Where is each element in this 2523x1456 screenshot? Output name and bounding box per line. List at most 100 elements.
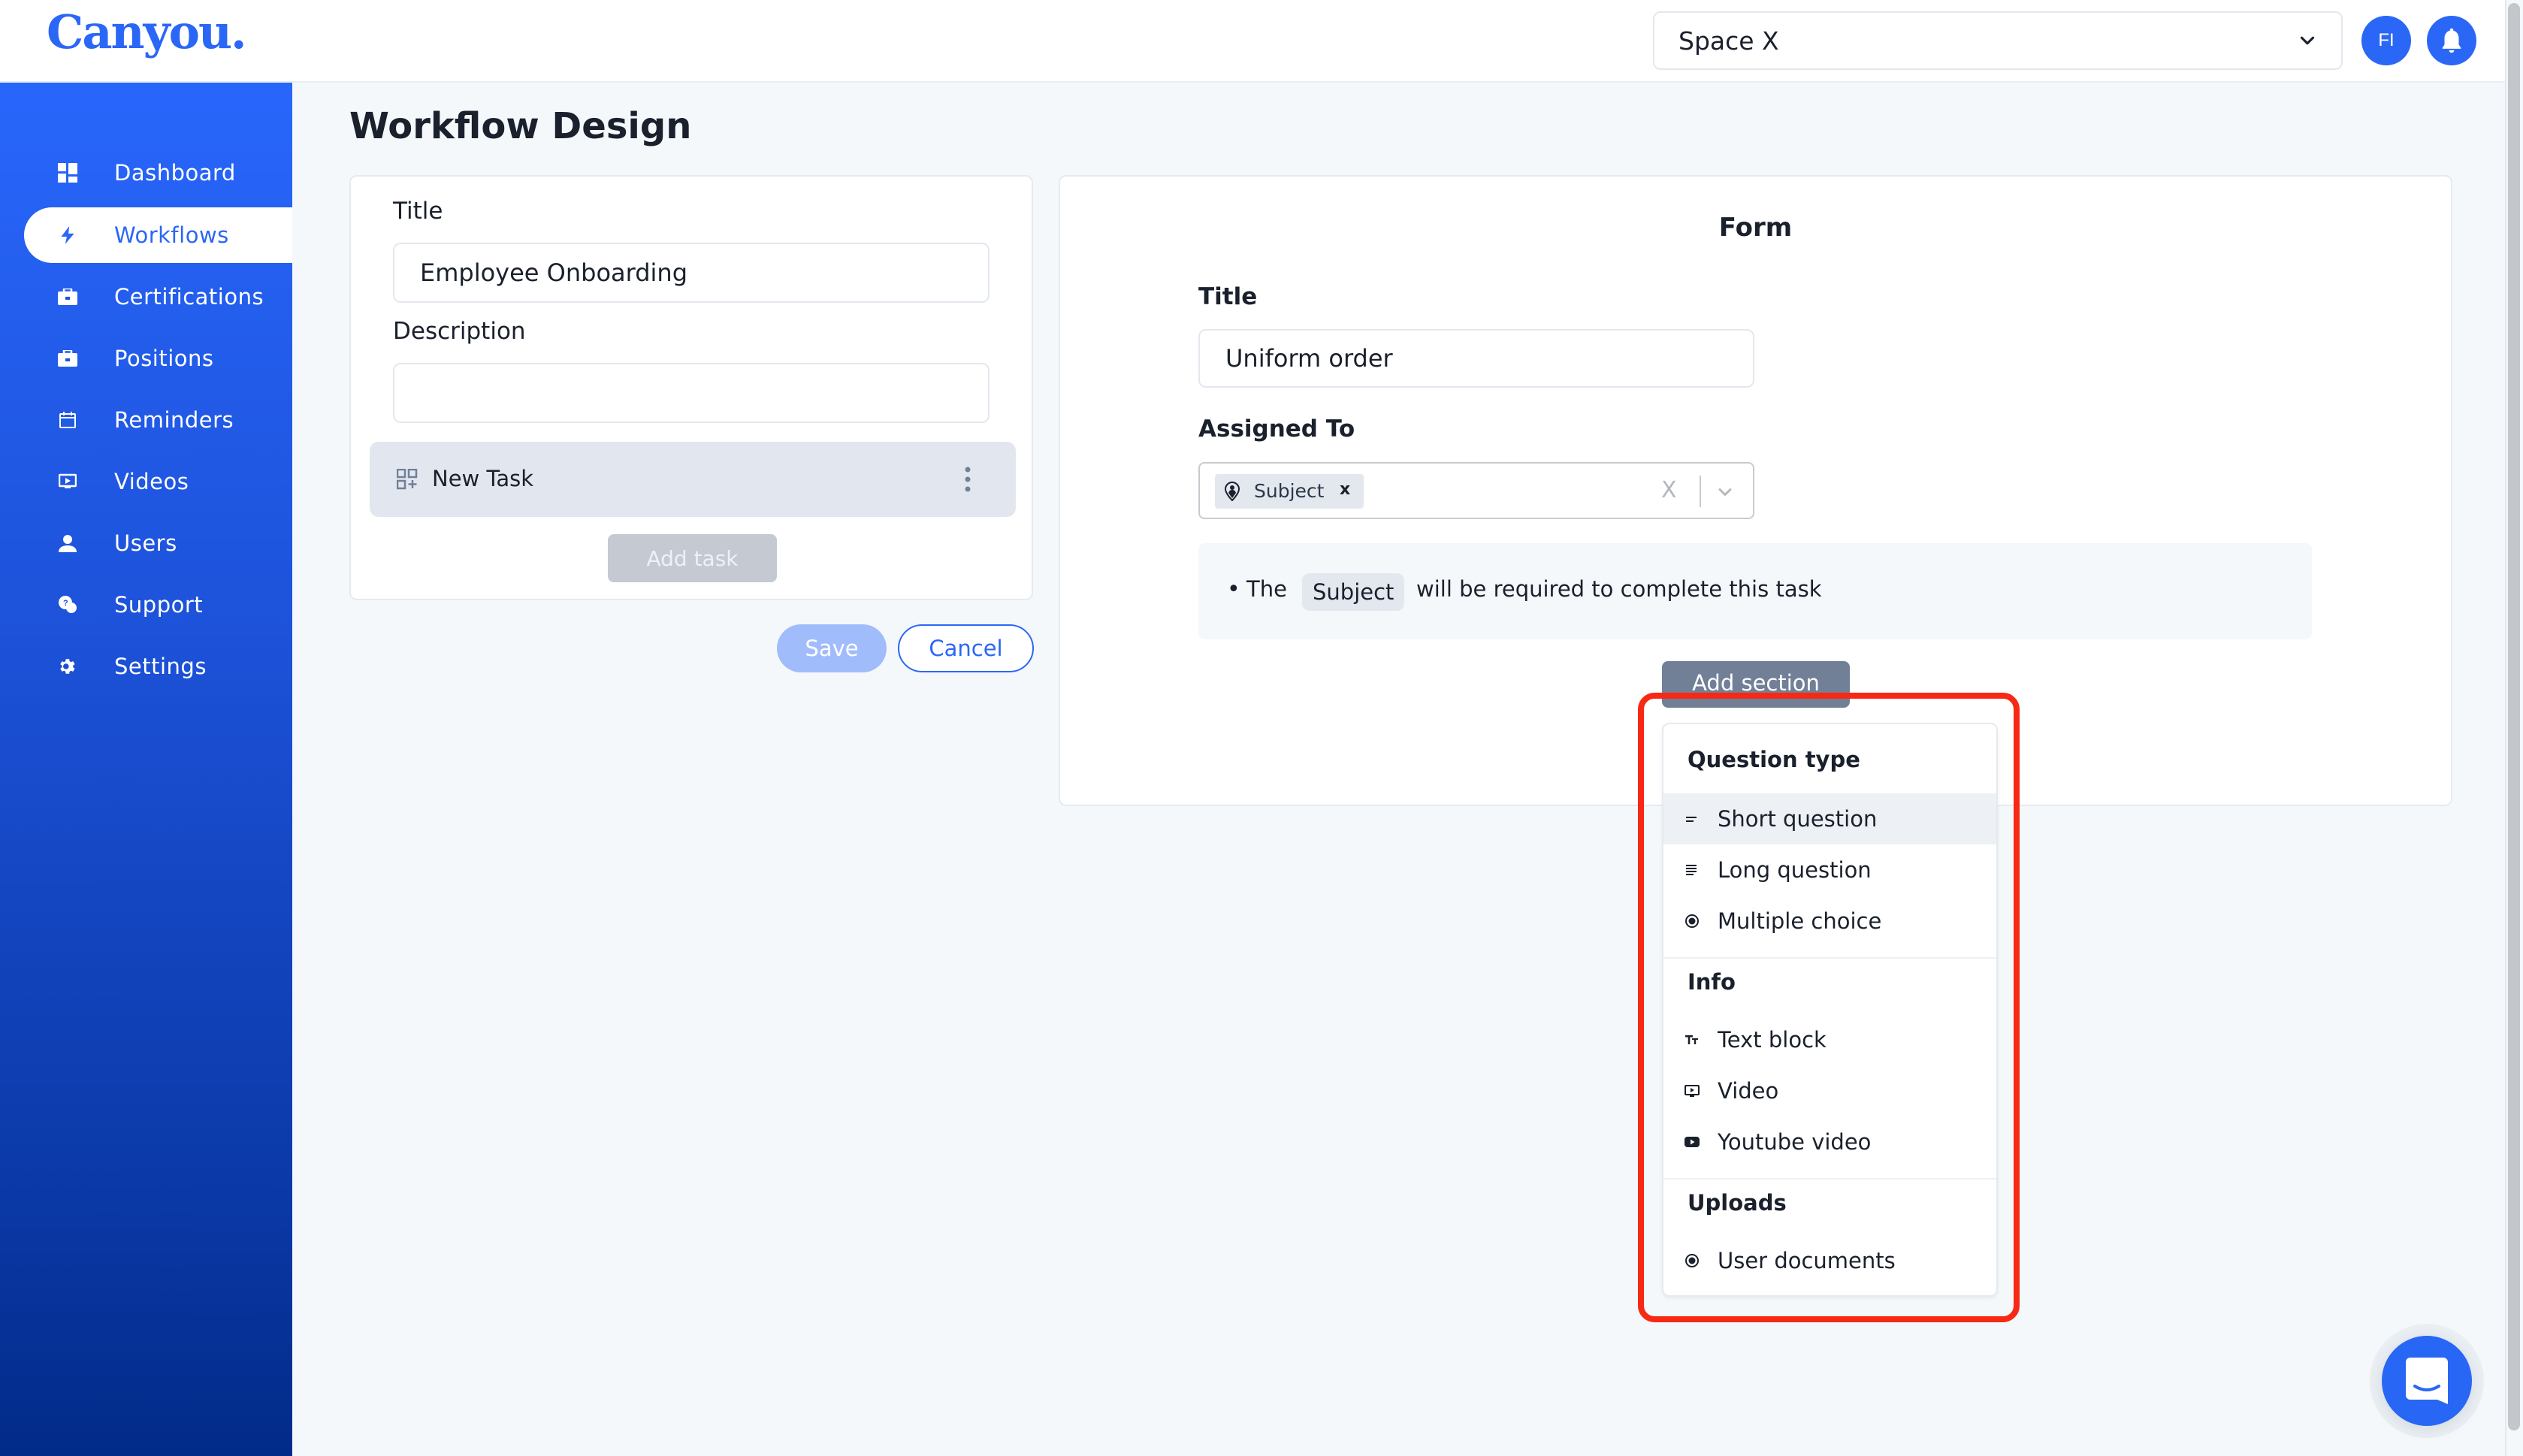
sidebar-item-label: Settings [114, 654, 207, 679]
add-section-button[interactable]: Add section [1662, 661, 1850, 708]
workflow-title-value: Employee Onboarding [420, 258, 688, 287]
form-title-label: Title [1198, 283, 1258, 310]
sidebar-item-positions[interactable]: Positions [24, 331, 292, 386]
task-row[interactable]: New Task [370, 442, 1016, 517]
menu-item-user-documents[interactable]: User documents [1663, 1235, 1996, 1286]
notifications-button[interactable] [2427, 16, 2476, 65]
workspace-select[interactable]: Space X [1653, 11, 2343, 70]
support-chat-icon: ? [58, 595, 77, 615]
text-size-icon [1685, 1035, 1698, 1044]
save-button[interactable]: Save [777, 624, 887, 672]
menu-item-youtube-video[interactable]: Youtube video [1663, 1116, 1996, 1168]
workflow-title-input[interactable]: Employee Onboarding [393, 243, 990, 303]
sidebar: Dashboard Workflows Certifications Posit… [0, 83, 292, 1456]
video-icon [1685, 1085, 1700, 1097]
menu-item-video[interactable]: Video [1663, 1065, 1996, 1116]
clear-selection-icon[interactable]: X [1661, 477, 1677, 503]
sidebar-item-label: Dashboard [114, 160, 236, 186]
chevron-down-icon[interactable] [1715, 482, 1736, 503]
notice-prefix: The [1246, 576, 1287, 602]
workflow-description-label: Description [393, 318, 526, 345]
assigned-to-select[interactable]: Subject x X [1198, 462, 1754, 519]
sidebar-item-label: Users [114, 530, 177, 556]
menu-item-label: Multiple choice [1718, 908, 1882, 934]
menu-item-multiple-choice[interactable]: Multiple choice [1663, 896, 1996, 947]
assigned-to-label: Assigned To [1198, 415, 1355, 443]
menu-item-label: Short question [1718, 806, 1878, 832]
lightning-icon [58, 225, 77, 245]
user-pin-icon [1224, 482, 1240, 501]
form-heading: Form [1718, 213, 1793, 243]
chat-widget-button[interactable] [2382, 1336, 2472, 1426]
workspace-select-value: Space X [1678, 26, 1779, 56]
sidebar-item-label: Support [114, 592, 204, 618]
sidebar-item-workflows[interactable]: Workflows [24, 207, 292, 263]
sidebar-item-reminders[interactable]: Reminders [24, 392, 292, 448]
youtube-icon [1685, 1137, 1700, 1147]
sidebar-item-label: Videos [114, 469, 189, 494]
menu-item-text-block[interactable]: Text block [1663, 1014, 1996, 1065]
workflow-description-input[interactable] [393, 363, 990, 423]
notice-bullet: • [1227, 576, 1240, 603]
sidebar-item-label: Certifications [114, 284, 264, 310]
menu-group-info: Info [1688, 969, 1736, 995]
assignee-chip-label: Subject [1254, 480, 1325, 502]
dashboard-icon [58, 163, 77, 183]
form-title-input[interactable]: Uniform order [1198, 329, 1754, 388]
notice-subject-badge: Subject [1302, 573, 1405, 611]
task-grid-add-icon [397, 469, 418, 490]
form-title-value: Uniform order [1225, 344, 1393, 373]
menu-group-uploads: Uploads [1688, 1190, 1787, 1216]
menu-item-long-question[interactable]: Long question [1663, 844, 1996, 896]
cancel-button[interactable]: Cancel [898, 624, 1034, 672]
calendar-icon [58, 410, 77, 430]
user-icon [58, 533, 77, 553]
menu-divider [1663, 957, 1996, 959]
long-text-icon [1686, 865, 1697, 875]
menu-item-label: Youtube video [1718, 1129, 1872, 1155]
menu-divider [1663, 1178, 1996, 1180]
user-avatar[interactable]: FI [2361, 16, 2411, 65]
notice-suffix: will be required to complete this task [1416, 576, 1822, 602]
kebab-menu-icon[interactable] [963, 466, 972, 493]
form-editor-card: Form Title Uniform order Assigned To Sub… [1059, 175, 2452, 806]
sidebar-item-label: Reminders [114, 407, 234, 433]
page-scrollbar-thumb[interactable] [2508, 3, 2520, 1430]
menu-group-question-type: Question type [1688, 747, 1860, 772]
briefcase-icon [58, 349, 77, 368]
add-task-button[interactable]: Add task [608, 534, 777, 582]
sidebar-item-settings[interactable]: Settings [24, 639, 292, 694]
chat-bubble-icon [2406, 1358, 2448, 1404]
select-separator [1700, 476, 1701, 507]
gear-icon [58, 657, 77, 676]
task-label: New Task [432, 466, 534, 491]
bell-icon [2442, 28, 2461, 53]
sidebar-item-label: Positions [114, 346, 214, 371]
workflow-details-card: Title Employee Onboarding Description Ne… [349, 175, 1033, 600]
menu-item-short-question[interactable]: Short question [1663, 793, 1996, 844]
app-logo[interactable]: Canyou. [47, 5, 247, 59]
video-icon [58, 472, 77, 491]
menu-item-label: Text block [1718, 1027, 1827, 1053]
page-title: Workflow Design [349, 105, 692, 147]
menu-item-label: Video [1718, 1078, 1779, 1104]
radio-icon [1685, 1254, 1699, 1267]
briefcase-icon [58, 287, 77, 307]
chevron-down-icon [2300, 36, 2315, 45]
short-text-icon [1686, 817, 1697, 822]
sidebar-item-certifications[interactable]: Certifications [24, 269, 292, 325]
assignee-chip: Subject x [1215, 474, 1364, 509]
workflow-title-label: Title [393, 198, 443, 225]
svg-text:?: ? [63, 599, 68, 608]
menu-item-label: Long question [1718, 857, 1872, 883]
radio-icon [1685, 914, 1699, 928]
sidebar-item-dashboard[interactable]: Dashboard [24, 145, 292, 201]
menu-item-label: User documents [1718, 1248, 1896, 1273]
sidebar-item-label: Workflows [114, 222, 229, 248]
remove-chip-icon[interactable]: x [1340, 480, 1350, 499]
sidebar-item-support[interactable]: ? Support [24, 577, 292, 633]
assignment-notice: • The Subject will be required to comple… [1198, 543, 2312, 639]
sidebar-item-videos[interactable]: Videos [24, 454, 292, 509]
sidebar-item-users[interactable]: Users [24, 515, 292, 571]
top-header: Canyou. Space X FI [0, 0, 2506, 83]
